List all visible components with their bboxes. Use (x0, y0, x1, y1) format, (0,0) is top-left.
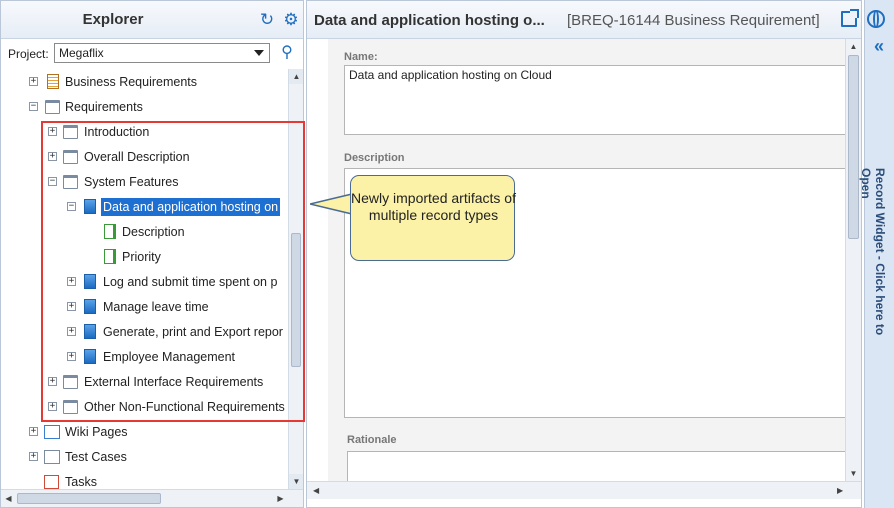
tasks-icon (44, 475, 59, 489)
highlight-box (41, 121, 305, 422)
description-label: Description (344, 152, 405, 164)
tree-item-business-requirements[interactable]: + Business Requirements (1, 71, 288, 93)
name-label: Name: (344, 51, 378, 63)
scroll-right-arrow-icon[interactable]: ▶ (837, 483, 843, 498)
tree-item-label: Tasks (65, 475, 97, 489)
project-row: Project: Megaflix ⚲ (1, 39, 303, 69)
tree-item-requirements[interactable]: − Requirements (1, 96, 288, 118)
scroll-down-arrow-icon[interactable]: ▼ (846, 466, 861, 481)
folder-icon (45, 100, 60, 114)
tree-item-label: Requirements (65, 100, 143, 114)
gear-icon[interactable]: ⚙ (281, 10, 301, 30)
tree-item-label: Wiki Pages (65, 425, 128, 439)
tree-item-label: Business Requirements (65, 75, 198, 89)
expand-icon[interactable]: + (29, 77, 38, 86)
name-field[interactable]: Data and application hosting on Cloud (344, 65, 845, 135)
tree-item-tasks[interactable]: Tasks (1, 471, 288, 489)
explorer-title: Explorer (82, 11, 144, 28)
tree-item-wiki-pages[interactable]: + Wiki Pages (1, 421, 288, 443)
record-widget-label[interactable]: Record Widget - Click here to Open (859, 168, 887, 368)
scroll-up-arrow-icon[interactable]: ▲ (289, 69, 303, 84)
project-select-value: Megaflix (59, 46, 104, 60)
expand-icon[interactable]: + (29, 427, 38, 436)
double-chevron-left-icon[interactable]: « (866, 36, 892, 56)
explorer-header: Explorer ↻ ⚙ (1, 1, 303, 39)
business-requirements-icon (47, 74, 59, 89)
record-title: Data and application hosting o... (314, 12, 545, 29)
scroll-down-arrow-icon[interactable]: ▼ (289, 474, 303, 489)
record-header: Data and application hosting o... [BREQ-… (307, 1, 861, 39)
scroll-left-arrow-icon[interactable]: ◀ (313, 483, 319, 498)
tree-item-label: Test Cases (65, 450, 127, 464)
collapse-icon[interactable]: − (29, 102, 38, 111)
tree-horizontal-scrollbar[interactable]: ◀ ▶ (1, 489, 303, 507)
refresh-icon[interactable]: ↻ (257, 10, 277, 30)
scroll-left-arrow-icon[interactable]: ◀ (1, 491, 16, 506)
project-label: Project: (8, 47, 49, 61)
open-in-new-window-icon[interactable] (841, 9, 859, 27)
project-select[interactable]: Megaflix (54, 43, 270, 63)
chevron-down-icon (254, 50, 264, 56)
scroll-up-arrow-icon[interactable]: ▲ (846, 39, 861, 54)
scroll-right-arrow-icon[interactable]: ▶ (273, 491, 288, 506)
wiki-icon (44, 425, 60, 439)
callout-pointer (310, 193, 355, 215)
scroll-thumb[interactable] (17, 493, 161, 504)
callout-text: Newly imported artifacts of multiple rec… (351, 190, 516, 223)
rationale-field[interactable] (347, 451, 845, 481)
tree-item-test-cases[interactable]: + Test Cases (1, 446, 288, 468)
search-icon[interactable]: ⚲ (277, 43, 297, 63)
test-cases-icon (44, 450, 60, 464)
rationale-label: Rationale (347, 434, 397, 446)
record-id: [BREQ-16144 Business Requirement] (567, 12, 820, 29)
expand-icon[interactable]: + (29, 452, 38, 461)
callout-note: Newly imported artifacts of multiple rec… (350, 175, 516, 261)
record-vertical-scrollbar[interactable]: ▲ ▼ (845, 39, 861, 481)
scroll-thumb[interactable] (848, 55, 859, 239)
record-horizontal-scrollbar[interactable]: ◀ ▶ (307, 481, 861, 499)
globe-icon[interactable] (867, 10, 885, 28)
